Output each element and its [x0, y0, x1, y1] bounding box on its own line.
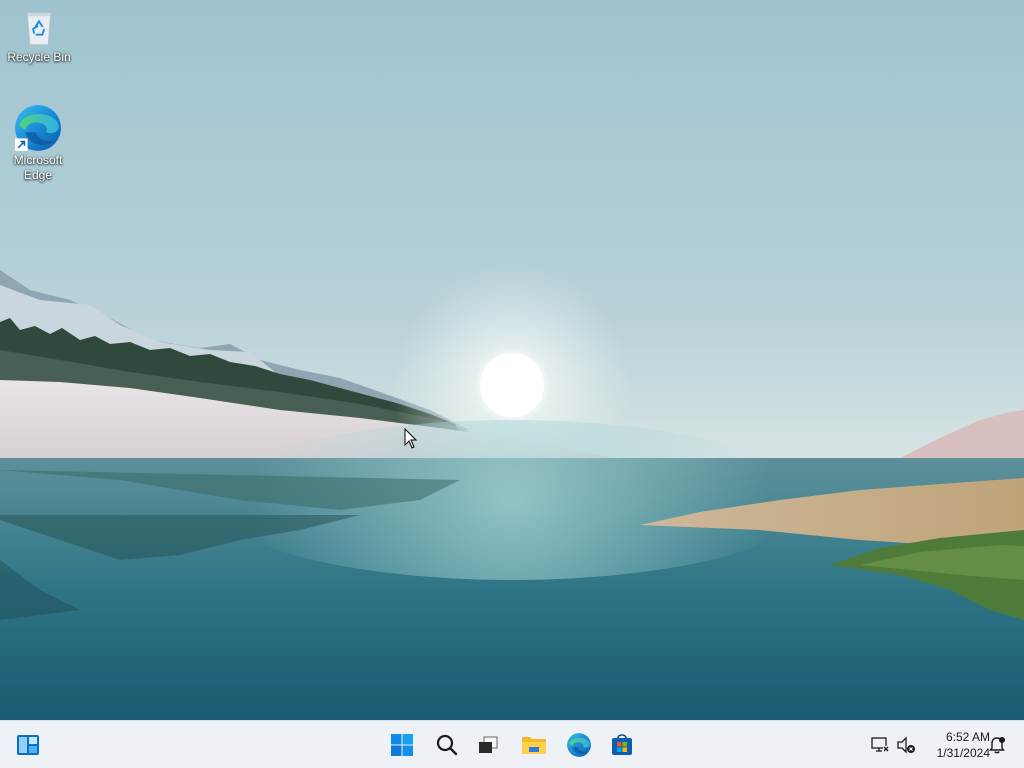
notification-icon: [989, 737, 1005, 754]
desktop-icon-microsoft-edge[interactable]: Microsoft Edge: [0, 103, 76, 183]
edge-label: Microsoft Edge: [13, 153, 63, 182]
start-button[interactable]: [386, 729, 418, 761]
taskbar: 6:52 AM 1/31/2024: [0, 720, 1024, 768]
volume-tray-button[interactable]: [896, 735, 916, 755]
volume-muted-icon: [897, 736, 915, 754]
network-icon: [871, 737, 889, 752]
edge-icon: [567, 733, 591, 757]
search-button[interactable]: [431, 729, 463, 761]
edge-icon: [15, 105, 61, 151]
edge-taskbar-button[interactable]: [563, 729, 595, 761]
microsoft-store-button[interactable]: [606, 729, 638, 761]
mouse-cursor-icon: [404, 428, 418, 449]
widgets-icon: [17, 735, 39, 755]
network-tray-button[interactable]: [870, 735, 890, 755]
microsoft-store-icon: [612, 734, 632, 755]
search-icon: [436, 734, 458, 756]
clock-date: 1/31/2024: [936, 746, 990, 760]
file-explorer-icon: [522, 737, 546, 754]
widgets-button[interactable]: [12, 729, 44, 761]
file-explorer-button[interactable]: [518, 729, 550, 761]
recycle-bin-icon: [26, 12, 52, 46]
desktop-icon-recycle-bin[interactable]: Recycle Bin: [1, 8, 77, 65]
notification-button[interactable]: [987, 735, 1007, 755]
taskbar-clock[interactable]: 6:52 AM 1/31/2024: [922, 729, 990, 761]
start-icon: [391, 734, 413, 756]
task-view-icon: [479, 736, 498, 753]
recycle-bin-label: Recycle Bin: [7, 50, 71, 64]
desktop-wallpaper[interactable]: [0, 0, 1024, 720]
clock-time: 6:52 AM: [945, 730, 990, 744]
desktop-screen: Recycle Bin Microsoft Edge 6:52 AM 1/31/…: [0, 0, 1024, 768]
task-view-button[interactable]: [472, 729, 504, 761]
